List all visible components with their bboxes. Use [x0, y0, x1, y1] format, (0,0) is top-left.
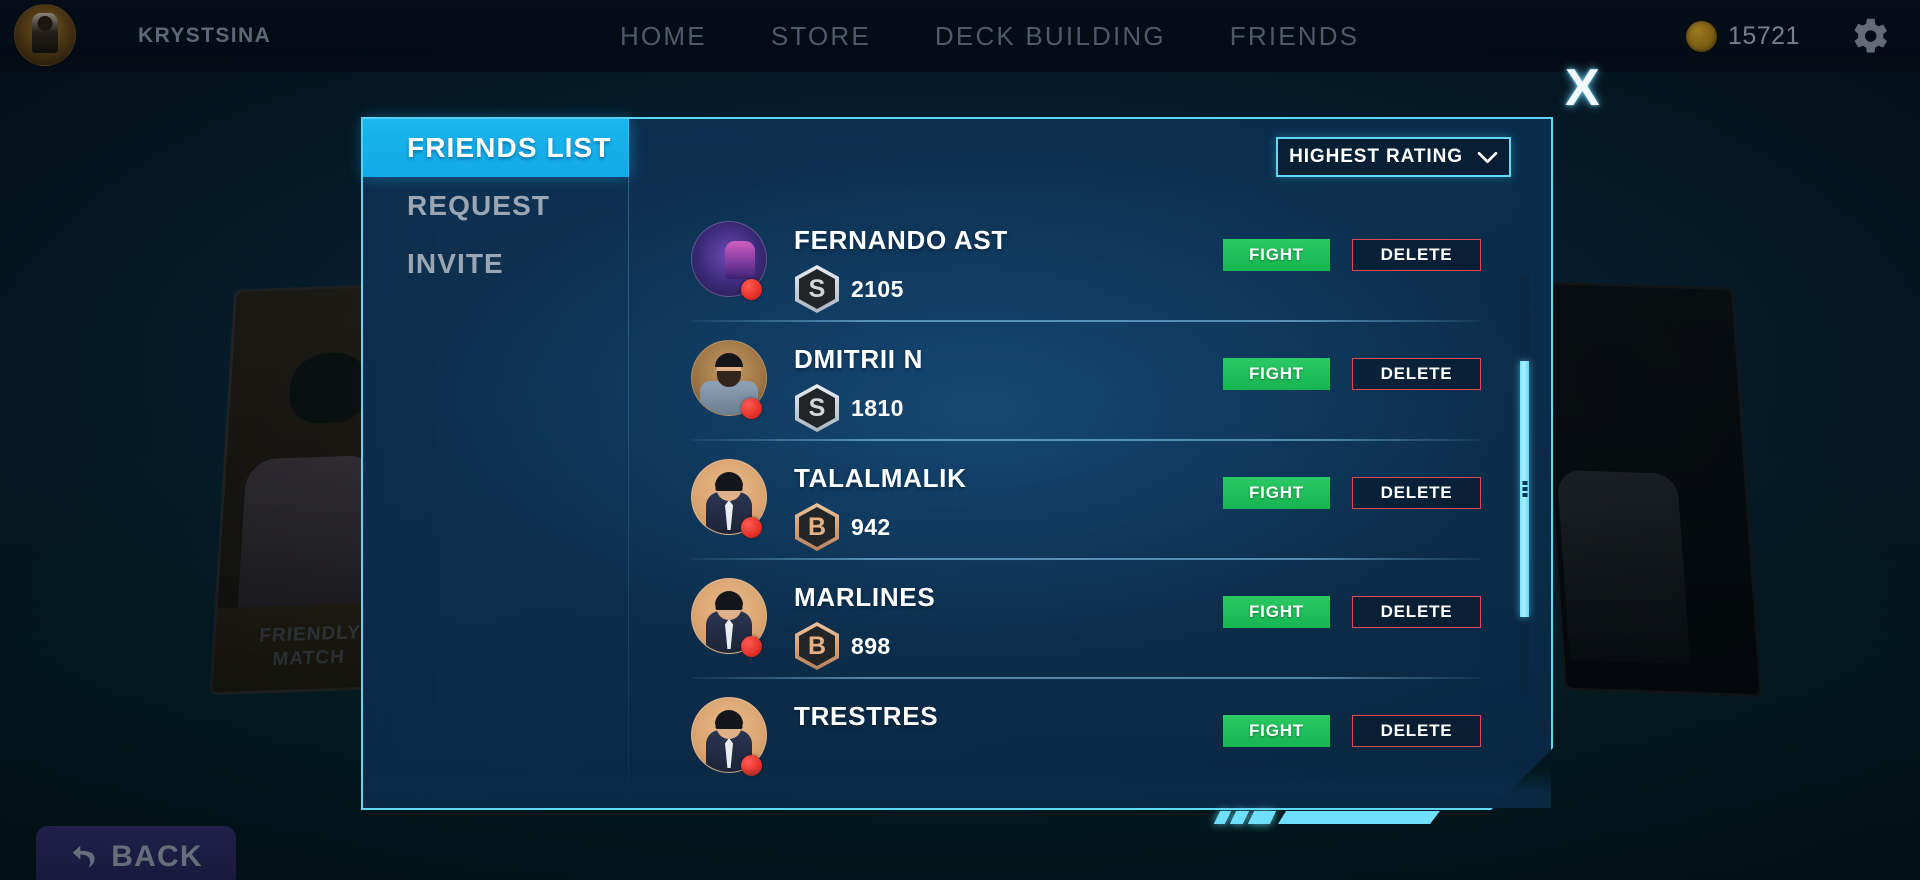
back-button-label: BACK: [111, 840, 203, 873]
fight-button[interactable]: FIGHT: [1223, 715, 1330, 747]
delete-button[interactable]: DELETE: [1352, 715, 1481, 747]
avatar-figure: [724, 241, 755, 280]
avatar-head: [37, 15, 53, 31]
friend-rank: S 1810: [795, 384, 904, 432]
username-label: KRYSTSINA: [138, 24, 272, 47]
rank-letter: B: [807, 631, 827, 660]
scrollbar-thumb[interactable]: [1520, 361, 1529, 617]
delete-button[interactable]: DELETE: [1352, 358, 1481, 390]
tab-friends-list[interactable]: FRIENDS LIST: [363, 119, 629, 177]
chevron-down-icon: [1477, 151, 1498, 163]
row-actions: FIGHT DELETE: [1223, 596, 1481, 628]
row-actions: FIGHT DELETE: [1223, 715, 1481, 747]
undo-arrow-icon: [73, 845, 95, 868]
fight-button[interactable]: FIGHT: [1223, 596, 1330, 628]
avatar-mask: [715, 483, 743, 491]
friend-rank: B 898: [795, 622, 891, 670]
rank-badge-icon: B: [795, 503, 839, 551]
avatar-hair: [715, 353, 743, 367]
rank-letter: B: [807, 512, 827, 541]
friends-modal: FRIENDS LIST REQUEST INVITE HIGHEST RATI…: [361, 117, 1553, 824]
status-badge: [741, 636, 762, 657]
sort-dropdown-label: HIGHEST RATING: [1289, 146, 1463, 167]
row-actions: FIGHT DELETE: [1223, 358, 1481, 390]
friend-name: DMITRII N: [794, 344, 924, 374]
delete-button[interactable]: DELETE: [1352, 239, 1481, 271]
list-item[interactable]: MARLINES B 898 FIGHT DELETE: [629, 560, 1549, 679]
rank-badge-icon: B: [795, 622, 839, 670]
friend-rating: 1810: [851, 394, 904, 421]
nav-deck-building[interactable]: DECK BUILDING: [935, 21, 1166, 52]
tab-invite-label: INVITE: [407, 248, 504, 279]
friend-name: TRESTRES: [794, 701, 939, 731]
status-badge: [741, 755, 762, 776]
list-item[interactable]: TRESTRES FIGHT DELETE: [629, 679, 1549, 798]
list-item[interactable]: TALALMALIK B 942 FIGHT DELETE: [629, 441, 1549, 560]
back-button[interactable]: BACK: [36, 826, 236, 880]
tab-request[interactable]: REQUEST: [363, 177, 629, 235]
modal-sidebar: FRIENDS LIST REQUEST INVITE: [363, 119, 629, 808]
avatar-mask: [715, 721, 743, 729]
coin-count: 15721: [1727, 21, 1800, 50]
fight-button[interactable]: FIGHT: [1223, 239, 1330, 271]
fight-button[interactable]: FIGHT: [1223, 358, 1330, 390]
currency-display[interactable]: 15721: [1685, 0, 1800, 72]
row-actions: FIGHT DELETE: [1223, 477, 1481, 509]
friend-name: FERNANDO AST: [794, 225, 1008, 255]
rank-letter: S: [808, 274, 826, 303]
friends-list[interactable]: FERNANDO AST S 2105 FIGHT DELETE DMITRII…: [629, 203, 1549, 806]
friend-rating: 942: [851, 513, 891, 540]
avatar[interactable]: [14, 4, 76, 66]
tab-invite[interactable]: INVITE: [363, 235, 629, 293]
rank-badge-icon: S: [795, 384, 839, 432]
fight-button[interactable]: FIGHT: [1223, 477, 1330, 509]
rank-badge-icon: S: [795, 265, 839, 313]
nav-friends[interactable]: FRIENDS: [1230, 21, 1360, 52]
status-badge: [741, 279, 762, 300]
friend-name: TALALMALIK: [794, 463, 967, 493]
friend-name: MARLINES: [794, 582, 936, 612]
coin-icon: [1685, 20, 1717, 52]
status-badge: [741, 517, 762, 538]
top-bar: KRYSTSINA HOME STORE DECK BUILDING FRIEN…: [0, 0, 1920, 72]
game-screen: FRIENDLY MATCH FRIENDLY MATCH BATTLE INV…: [0, 0, 1920, 880]
main-navigation: HOME STORE DECK BUILDING FRIENDS: [620, 0, 1359, 72]
nav-home[interactable]: HOME: [620, 21, 707, 52]
close-icon[interactable]: X: [1565, 62, 1600, 114]
sort-dropdown[interactable]: HIGHEST RATING: [1276, 137, 1511, 177]
gear-icon[interactable]: [1846, 13, 1892, 59]
tab-friends-list-label: FRIENDS LIST: [407, 132, 612, 163]
delete-button[interactable]: DELETE: [1352, 596, 1481, 628]
row-actions: FIGHT DELETE: [1223, 239, 1481, 271]
avatar-mask: [715, 602, 743, 610]
friend-rating: 898: [851, 632, 891, 659]
friend-rating: 2105: [851, 275, 904, 302]
rank-letter: S: [808, 393, 826, 422]
scrollbar[interactable]: [1520, 275, 1529, 695]
list-item[interactable]: DMITRII N S 1810 FIGHT DELETE: [629, 322, 1549, 441]
friend-rank: S 2105: [795, 265, 904, 313]
friend-rank: B 942: [795, 503, 891, 551]
status-badge: [741, 398, 762, 419]
scrollbar-grip-icon: [1522, 481, 1527, 497]
nav-store[interactable]: STORE: [771, 21, 871, 52]
list-item[interactable]: FERNANDO AST S 2105 FIGHT DELETE: [629, 203, 1549, 322]
tab-request-label: REQUEST: [407, 190, 551, 221]
modal-bottom-decoration: [1213, 808, 1467, 824]
delete-button[interactable]: DELETE: [1352, 477, 1481, 509]
